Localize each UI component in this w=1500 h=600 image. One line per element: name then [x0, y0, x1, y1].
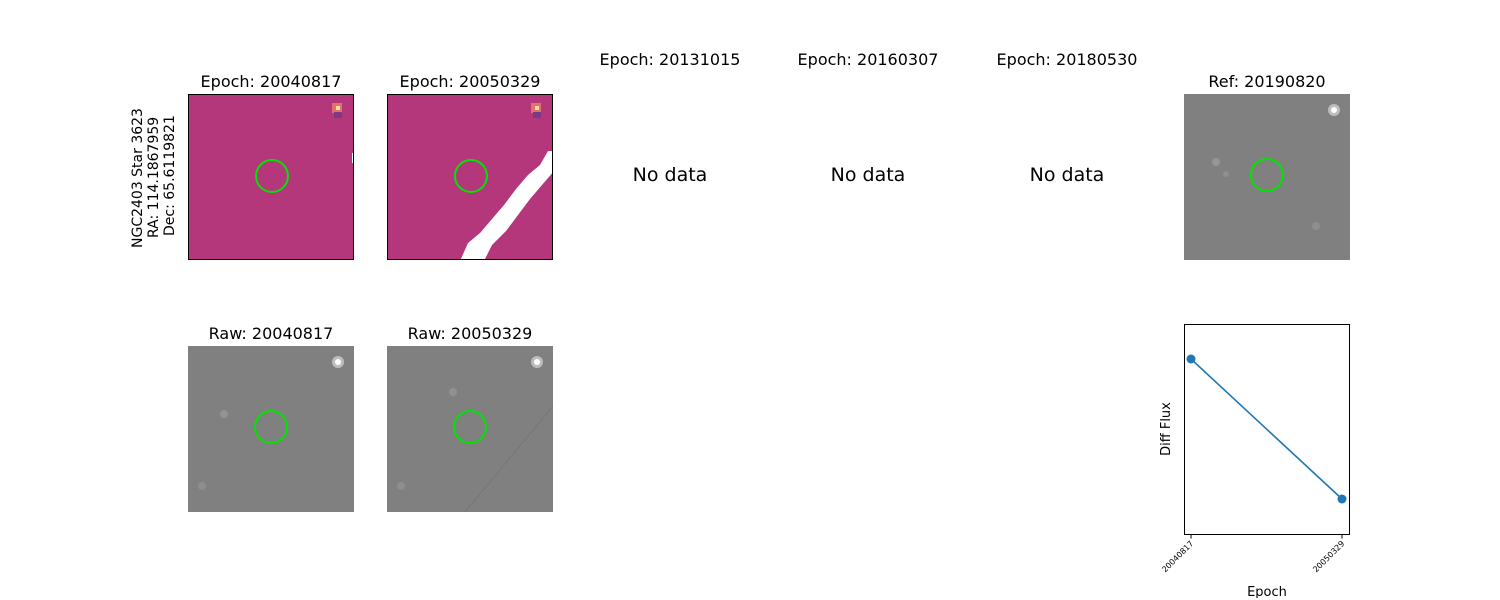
no-data-4: No data	[830, 164, 906, 186]
ref-title: Ref: 20190820	[1208, 72, 1326, 91]
aperture-circle	[1250, 158, 1284, 192]
aperture-circle	[453, 410, 487, 444]
epoch-title-5: Epoch: 20180530	[996, 50, 1138, 69]
diff-image-1	[188, 94, 354, 260]
no-data-5: No data	[1029, 164, 1105, 186]
aperture-circle	[454, 159, 488, 193]
raw-title-2: Raw: 20050329	[407, 324, 533, 343]
ref-image	[1184, 94, 1350, 260]
raw-image-2	[387, 346, 553, 512]
raw-title-1: Raw: 20040817	[208, 324, 334, 343]
object-label: NGC2403 Star 3623 RA: 114.1867959 Dec: 6…	[130, 108, 180, 248]
object-name: NGC2403 Star 3623	[130, 108, 146, 248]
no-data-3: No data	[632, 164, 708, 186]
diff-image-2	[387, 94, 553, 260]
aperture-circle	[255, 159, 289, 193]
epoch-title-4: Epoch: 20160307	[797, 50, 939, 69]
data-point	[1186, 354, 1196, 364]
light-curve-chart: 20040817 20050329 Epoch Diff Flux	[1159, 324, 1350, 598]
epoch-title-1: Epoch: 20040817	[200, 72, 342, 91]
epoch-title-2: Epoch: 20050329	[399, 72, 541, 91]
epoch-title-3: Epoch: 20131015	[599, 50, 741, 69]
raw-image-1	[188, 346, 354, 512]
y-axis-label: Diff Flux	[1159, 402, 1174, 456]
aperture-circle	[254, 410, 288, 444]
object-dec: Dec: 65.6119821	[162, 115, 178, 236]
x-tick-label: 20050329	[1311, 539, 1346, 574]
x-tick-label: 20040817	[1160, 539, 1195, 574]
x-axis-label: Epoch	[1247, 585, 1287, 598]
object-ra: RA: 114.1867959	[146, 116, 162, 238]
data-point	[1337, 494, 1347, 504]
